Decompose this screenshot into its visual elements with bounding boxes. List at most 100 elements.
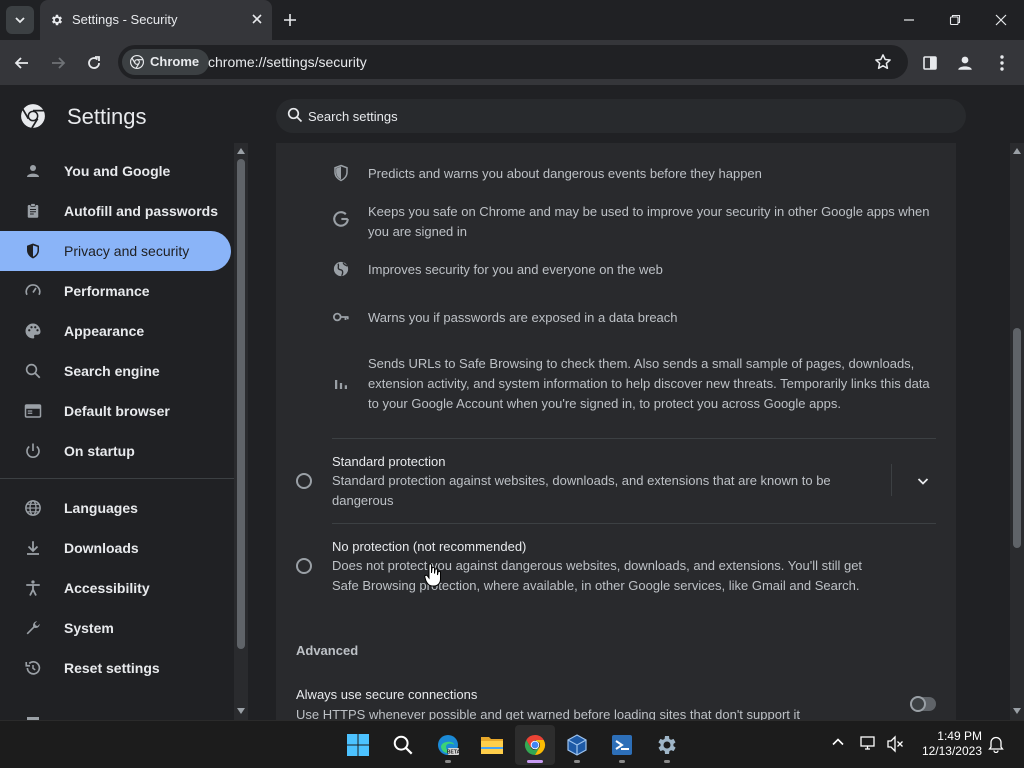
sidebar-item-label: Accessibility <box>64 580 150 596</box>
browser-toolbar: Chrome chrome://settings/security <box>0 40 1024 86</box>
sidebar-item-appearance[interactable]: Appearance <box>0 311 231 351</box>
secure-connections-row[interactable]: Always use secure connections Use HTTPS … <box>276 673 956 720</box>
feature-text: Predicts and warns you about dangerous e… <box>368 166 762 181</box>
sidebar-item-label: Downloads <box>64 540 139 556</box>
accessibility-icon <box>26 580 40 596</box>
globe-icon <box>333 261 349 277</box>
toggle-knob <box>910 696 926 712</box>
virtualbox-app[interactable] <box>557 725 597 765</box>
taskbar-search-button[interactable] <box>383 725 423 765</box>
main-scrollbar[interactable] <box>1010 143 1024 720</box>
shield-icon <box>27 243 39 259</box>
google-g-icon <box>333 211 349 227</box>
plus-icon[interactable] <box>282 12 298 28</box>
globe-icon <box>25 500 41 516</box>
url-text[interactable]: chrome://settings/security <box>208 54 367 70</box>
sidebar-item-label: Autofill and passwords <box>64 203 219 219</box>
sidebar-item-label: Search engine <box>64 363 160 379</box>
restore-button[interactable] <box>932 0 978 40</box>
windows-start-icon <box>347 734 369 756</box>
clock-time: 1:49 PM <box>937 729 982 743</box>
settings-sidebar: You and Google Autofill and passwords Pr… <box>0 143 234 720</box>
sidebar-item-search-engine[interactable]: Search engine <box>0 351 231 391</box>
secure-connections-toggle[interactable] <box>910 696 936 712</box>
tab-settings-security[interactable]: Settings - Security <box>40 0 272 40</box>
scroll-down-icon[interactable] <box>237 708 245 714</box>
main-scroll-thumb[interactable] <box>1013 328 1021 548</box>
notification-bell-icon[interactable] <box>988 735 1004 753</box>
feature-text: Warns you if passwords are exposed in a … <box>368 310 678 325</box>
tab-title: Settings - Security <box>72 12 178 27</box>
address-bar[interactable]: Chrome chrome://settings/security <box>118 45 908 79</box>
forward-button[interactable] <box>46 51 70 75</box>
windows-taskbar: BETA 1:49 PM 12/13/2023 <box>0 720 1024 768</box>
volume-muted-icon[interactable] <box>886 735 904 753</box>
shield-icon <box>334 164 348 182</box>
gear-icon <box>51 14 63 26</box>
more-menu-button[interactable] <box>990 51 1014 75</box>
sidebar-item-default-browser[interactable]: Default browser <box>0 391 231 431</box>
bar-chart-icon <box>335 380 347 389</box>
sidebar-item-downloads[interactable]: Downloads <box>0 528 231 568</box>
hand-cursor-icon <box>424 563 441 587</box>
start-button[interactable] <box>338 725 378 765</box>
sidebar-item-accessibility[interactable]: Accessibility <box>0 568 231 608</box>
profile-button[interactable] <box>953 51 977 75</box>
running-indicator <box>574 760 580 763</box>
star-icon[interactable] <box>874 53 892 71</box>
site-info-chip[interactable]: Chrome <box>122 49 210 75</box>
sidebar-scrollbar[interactable] <box>234 143 248 720</box>
chevron-down-icon[interactable] <box>916 474 930 488</box>
chrome-app[interactable] <box>515 725 555 765</box>
file-explorer-app[interactable] <box>472 725 512 765</box>
running-indicator <box>664 760 670 763</box>
scroll-up-icon[interactable] <box>237 148 245 154</box>
sidebar-item-performance[interactable]: Performance <box>0 271 231 311</box>
sidebar-item-privacy-security[interactable]: Privacy and security <box>0 231 231 271</box>
download-icon <box>27 541 39 555</box>
page-title: Settings <box>67 104 147 129</box>
taskbar-clock[interactable]: 1:49 PM 12/13/2023 <box>914 729 982 759</box>
sidebar-item-on-startup[interactable]: On startup <box>0 431 231 471</box>
vscode-app[interactable] <box>602 725 642 765</box>
chevron-up-icon[interactable] <box>831 735 845 749</box>
reload-button[interactable] <box>82 51 106 75</box>
settings-gear-icon <box>658 736 676 754</box>
setting-title: Always use secure connections <box>296 687 478 702</box>
search-settings-box[interactable] <box>276 99 966 133</box>
clock-date: 12/13/2023 <box>921 744 982 758</box>
running-indicator <box>619 760 625 763</box>
sidebar-item-label: Appearance <box>64 323 145 339</box>
restore-icon <box>949 14 961 26</box>
edge-beta-app[interactable]: BETA <box>428 725 468 765</box>
network-icon[interactable] <box>860 735 878 753</box>
scroll-down-icon[interactable] <box>1013 708 1021 714</box>
standard-protection-radio[interactable] <box>296 473 312 489</box>
more-icon <box>1000 55 1004 71</box>
settings-app[interactable] <box>647 725 687 765</box>
sidebar-scroll-thumb[interactable] <box>237 159 245 649</box>
minimize-button[interactable] <box>886 0 932 40</box>
sidebar-item-label: System <box>64 620 114 636</box>
no-protection-radio[interactable] <box>296 558 312 574</box>
search-input[interactable] <box>308 99 948 133</box>
close-window-button[interactable] <box>978 0 1024 40</box>
option-description: Does not protect you against dangerous w… <box>332 558 863 593</box>
sidebar-item-label: Default browser <box>64 403 170 419</box>
sidebar-item-reset-settings[interactable]: Reset settings <box>0 648 231 688</box>
sidebar-item-label: Performance <box>64 283 150 299</box>
tab-search-button[interactable] <box>6 6 34 34</box>
sidebar-item-system[interactable]: System <box>0 608 231 648</box>
back-button[interactable] <box>10 51 34 75</box>
search-icon <box>393 735 413 755</box>
sidebar-item-languages[interactable]: Languages <box>0 488 231 528</box>
sidebar-item-label: Reset settings <box>64 660 160 676</box>
side-panel-icon <box>923 56 937 70</box>
divider <box>332 523 936 524</box>
sidebar-item-you-and-google[interactable]: You and Google <box>0 151 231 191</box>
scroll-up-icon[interactable] <box>1013 148 1021 154</box>
sidebar-item-autofill[interactable]: Autofill and passwords <box>0 191 231 231</box>
chip-label: Chrome <box>150 54 200 69</box>
close-icon[interactable] <box>250 12 264 26</box>
side-panel-button[interactable] <box>918 51 942 75</box>
